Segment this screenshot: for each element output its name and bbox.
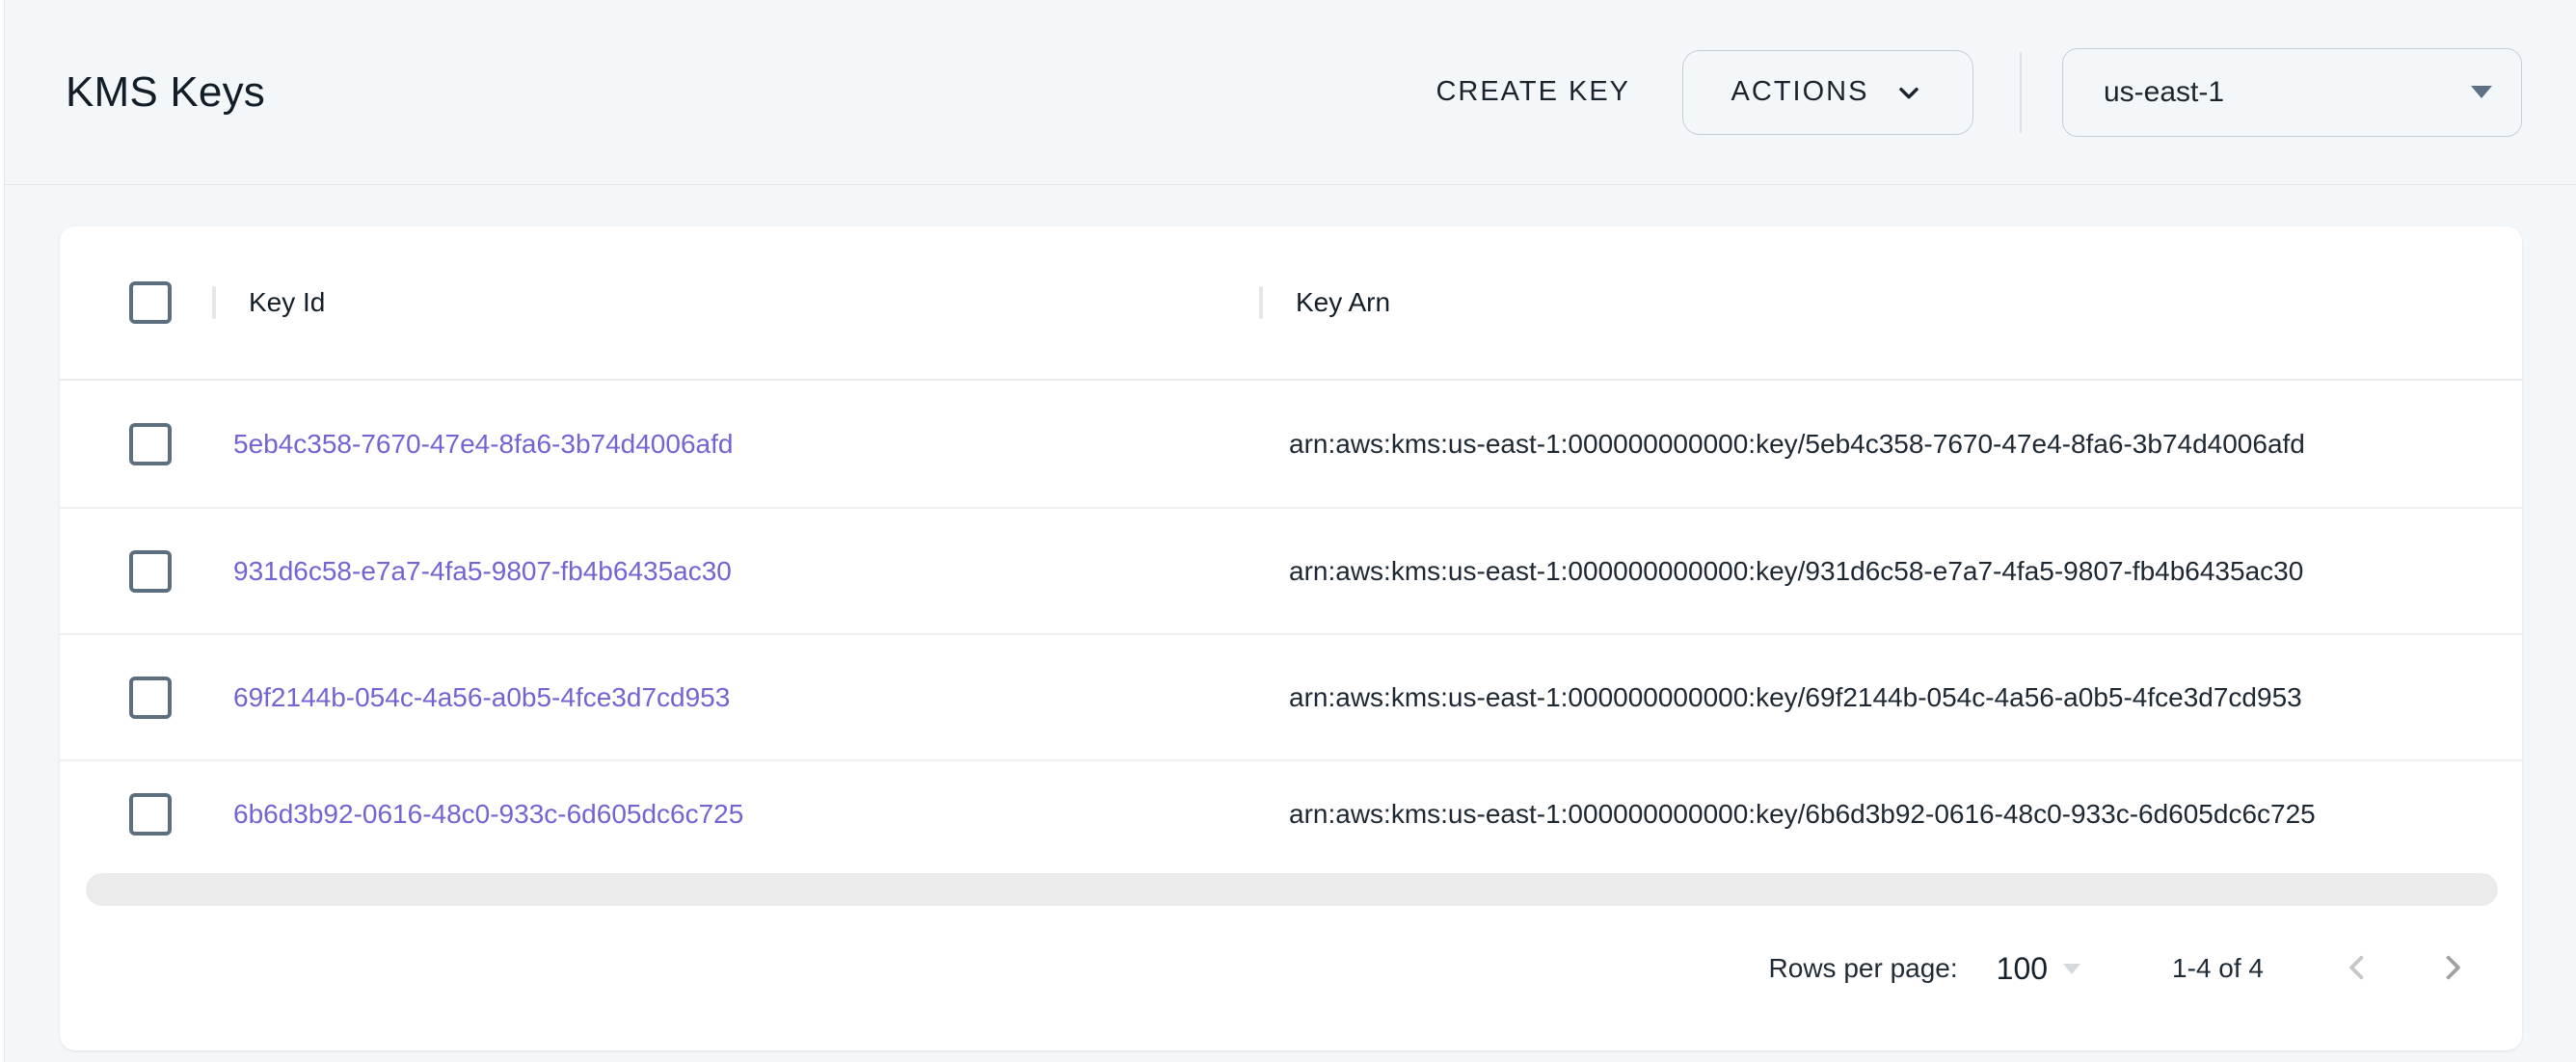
key-arn-cell: arn:aws:kms:us-east-1:000000000000:key/6… <box>1259 682 2522 713</box>
chevron-down-icon <box>1893 77 1924 108</box>
actions-button-label: ACTIONS <box>1731 76 1869 108</box>
chevron-left-icon <box>2339 949 2375 989</box>
horizontal-scrollbar[interactable] <box>86 873 2498 906</box>
rows-per-page-label: Rows per page: <box>1769 953 1958 984</box>
key-id-cell: 6b6d3b92-0616-48c0-933c-6d605dc6c725 <box>212 799 1259 830</box>
row-select-cell <box>60 550 212 593</box>
key-id-cell: 69f2144b-054c-4a56-a0b5-4fce3d7cd953 <box>212 682 1259 713</box>
rows-per-page-select[interactable]: 100 <box>1997 951 2080 987</box>
region-select-value: us-east-1 <box>2104 76 2224 109</box>
key-arn-cell: arn:aws:kms:us-east-1:000000000000:key/6… <box>1259 799 2522 830</box>
rows-per-page-value: 100 <box>1997 951 2048 987</box>
dropdown-caret-icon <box>2471 86 2492 98</box>
column-header-key-id-cell: Key Id <box>216 287 1259 318</box>
pagination-range-label: 1-4 of 4 <box>2172 953 2264 984</box>
row-select-cell <box>60 423 212 465</box>
key-id-cell: 931d6c58-e7a7-4fa5-9807-fb4b6435ac30 <box>212 556 1259 587</box>
table-row: 6b6d3b92-0616-48c0-933c-6d605dc6c725 arn… <box>60 759 2522 867</box>
create-key-button[interactable]: CREATE KEY <box>1418 66 1648 118</box>
actions-button[interactable]: ACTIONS <box>1682 50 1973 135</box>
next-page-button[interactable] <box>2431 947 2474 990</box>
table-row: 5eb4c358-7670-47e4-8fa6-3b74d4006afd arn… <box>60 381 2522 507</box>
previous-page-button[interactable] <box>2336 947 2378 990</box>
table-row: 69f2144b-054c-4a56-a0b5-4fce3d7cd953 arn… <box>60 633 2522 759</box>
key-id-cell: 5eb4c358-7670-47e4-8fa6-3b74d4006afd <box>212 429 1259 460</box>
key-arn-cell: arn:aws:kms:us-east-1:000000000000:key/9… <box>1259 556 2522 587</box>
column-divider <box>1259 286 1263 319</box>
table-header-row: Key Id Key Arn <box>60 226 2522 381</box>
key-id-link[interactable]: 6b6d3b92-0616-48c0-933c-6d605dc6c725 <box>233 799 743 829</box>
dropdown-caret-icon <box>2063 964 2080 974</box>
key-id-link[interactable]: 69f2144b-054c-4a56-a0b5-4fce3d7cd953 <box>233 682 730 712</box>
pagination-bar: Rows per page: 100 1-4 of 4 <box>60 906 2522 1031</box>
row-select-cell <box>60 677 212 719</box>
page-title: KMS Keys <box>66 68 265 117</box>
column-header-key-id[interactable]: Key Id <box>249 287 325 318</box>
header-divider <box>2020 52 2022 133</box>
row-checkbox[interactable] <box>129 423 172 465</box>
row-checkbox[interactable] <box>129 550 172 593</box>
select-all-checkbox[interactable] <box>129 281 172 324</box>
left-edge-divider <box>0 0 5 1062</box>
key-id-link[interactable]: 5eb4c358-7670-47e4-8fa6-3b74d4006afd <box>233 429 733 459</box>
key-id-link[interactable]: 931d6c58-e7a7-4fa5-9807-fb4b6435ac30 <box>233 556 732 586</box>
kms-keys-table-card: Key Id Key Arn 5eb4c358-7670-47e4-8fa6-3… <box>60 226 2522 1050</box>
key-arn-cell: arn:aws:kms:us-east-1:000000000000:key/5… <box>1259 429 2522 460</box>
chevron-right-icon <box>2434 949 2471 989</box>
header-actions: CREATE KEY ACTIONS us-east-1 <box>1418 48 2522 137</box>
row-checkbox[interactable] <box>129 677 172 719</box>
row-checkbox[interactable] <box>129 793 172 836</box>
select-all-cell <box>60 281 212 324</box>
table-row: 931d6c58-e7a7-4fa5-9807-fb4b6435ac30 arn… <box>60 507 2522 633</box>
page-header: KMS Keys CREATE KEY ACTIONS us-east-1 <box>0 0 2576 185</box>
column-header-key-arn[interactable]: Key Arn <box>1296 287 1390 318</box>
region-select[interactable]: us-east-1 <box>2062 48 2522 137</box>
row-select-cell <box>60 793 212 836</box>
